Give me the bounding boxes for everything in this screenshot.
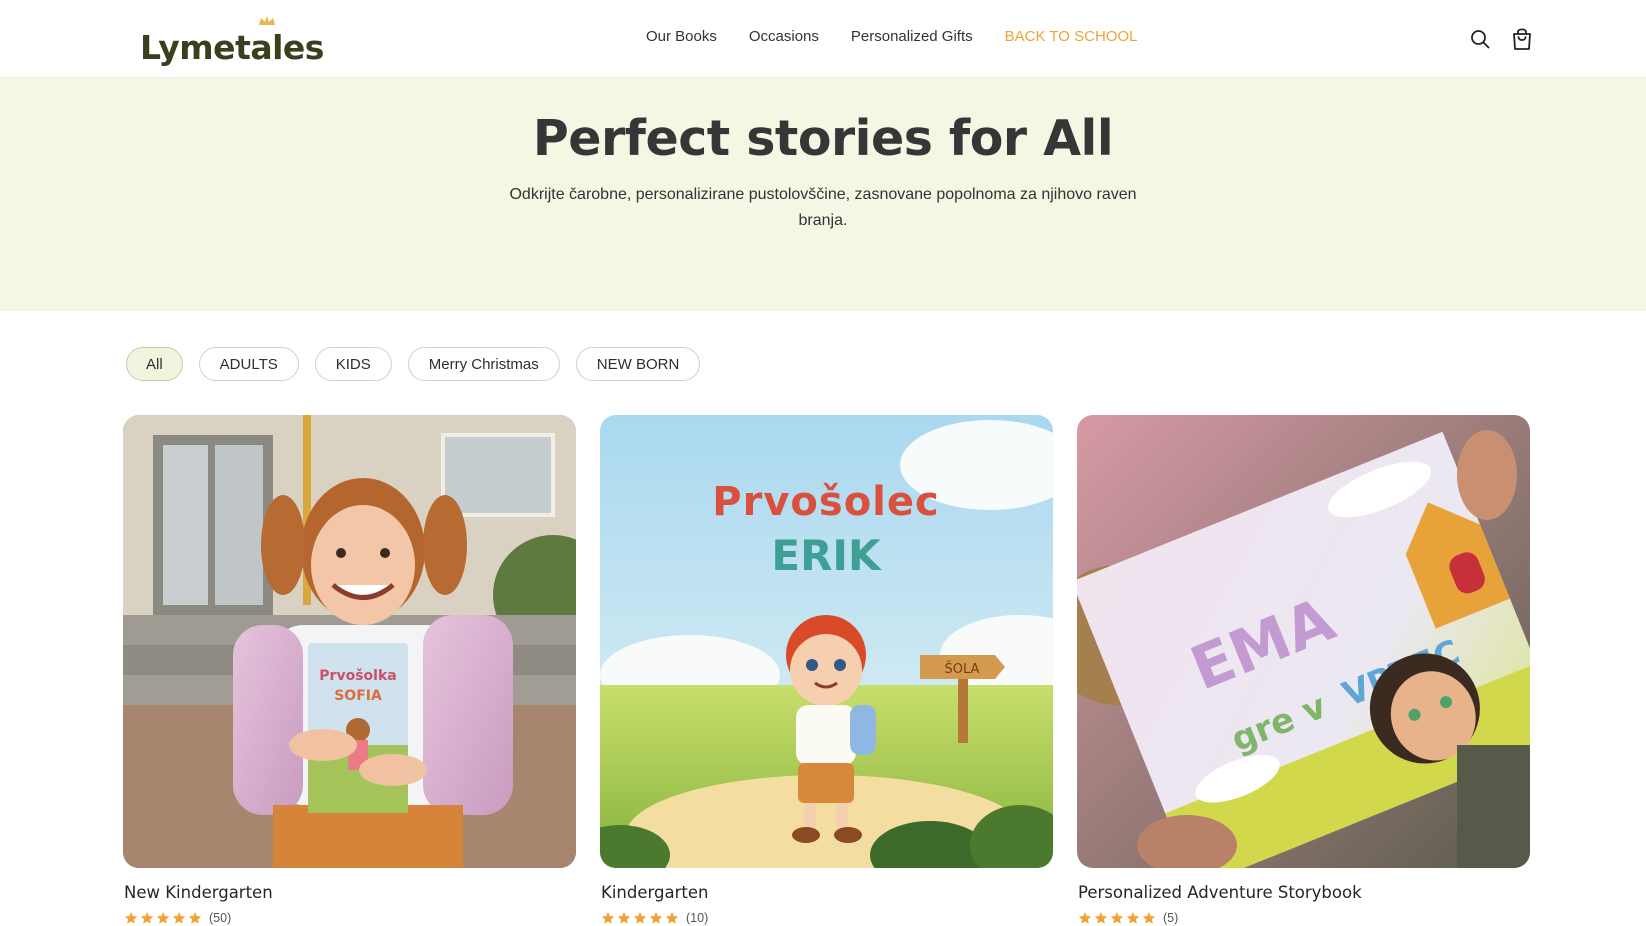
product-rating: (50)	[123, 911, 576, 925]
crown-icon	[259, 16, 275, 25]
main-nav: Our Books Occasions Personalized Gifts B…	[646, 28, 1137, 45]
star-icon	[1110, 912, 1124, 924]
hero-section: Perfect stories for All Odkrijte čarobne…	[0, 78, 1646, 311]
review-count: (10)	[686, 911, 709, 925]
star-icon	[124, 912, 138, 924]
star-icon	[1078, 912, 1092, 924]
hero-subtitle: Odkrijte čarobne, personalizirane pustol…	[509, 186, 1137, 229]
logo-text: Lymetales	[140, 28, 324, 67]
category-filters: All ADULTS KIDS Merry Christmas NEW BORN	[126, 347, 701, 381]
star-icon	[188, 912, 202, 924]
star-icon	[1094, 912, 1108, 924]
cart-button[interactable]	[1510, 26, 1534, 52]
product-image[interactable]: Prvošolka SOFIA	[123, 415, 576, 868]
filter-merry-christmas[interactable]: Merry Christmas	[407, 347, 560, 381]
nav-occasions[interactable]: Occasions	[749, 28, 819, 45]
star-icon	[1126, 912, 1140, 924]
review-count: (50)	[209, 911, 232, 925]
product-title[interactable]: Kindergarten	[600, 883, 1053, 902]
cart-icon	[1513, 28, 1531, 50]
product-photo: EMA gre v VRTEC	[1077, 415, 1530, 868]
filter-all[interactable]: All	[126, 347, 183, 381]
product-image[interactable]: Prvošolec ERIK ŠOLA	[600, 415, 1053, 868]
product-card[interactable]: Prvošolec ERIK ŠOLA Kindergarten (10)	[600, 415, 1053, 925]
product-title[interactable]: New Kindergarten	[123, 883, 576, 902]
star-icon	[156, 912, 170, 924]
product-card[interactable]: Prvošolka SOFIA New Kindergarten (50)	[123, 415, 576, 925]
star-icon	[617, 912, 631, 924]
nav-personalized-gifts[interactable]: Personalized Gifts	[851, 28, 973, 45]
svg-text:Prvošolec: Prvošolec	[712, 479, 939, 525]
star-icon	[665, 912, 679, 924]
filter-kids[interactable]: KIDS	[314, 347, 392, 381]
star-icon	[601, 912, 615, 924]
star-icon	[633, 912, 647, 924]
header-actions	[1468, 26, 1534, 52]
star-icon	[649, 912, 663, 924]
svg-text:ERIK: ERIK	[771, 531, 882, 580]
product-rating: (5)	[1077, 911, 1530, 925]
search-icon	[1471, 30, 1490, 49]
product-image[interactable]: EMA gre v VRTEC	[1077, 415, 1530, 868]
search-button[interactable]	[1468, 26, 1492, 52]
product-photo: Prvošolec ERIK ŠOLA	[600, 415, 1053, 868]
filter-new-born[interactable]: NEW BORN	[575, 347, 701, 381]
site-header: Lymetales Our Books Occasions Personaliz…	[0, 0, 1646, 78]
svg-text:ŠOLA: ŠOLA	[945, 661, 980, 677]
review-count: (5)	[1163, 911, 1179, 925]
product-title[interactable]: Personalized Adventure Storybook	[1077, 883, 1530, 902]
star-icon	[140, 912, 154, 924]
nav-back-to-school[interactable]: BACK TO SCHOOL	[1005, 28, 1138, 45]
star-icon	[172, 912, 186, 924]
product-grid: Prvošolka SOFIA New Kindergarten (50) Pr…	[123, 415, 1530, 925]
hero-title: Perfect stories for All	[532, 110, 1114, 167]
logo[interactable]: Lymetales	[140, 14, 324, 64]
product-rating: (10)	[600, 911, 1053, 925]
svg-text:SOFIA: SOFIA	[334, 688, 382, 704]
product-card[interactable]: EMA gre v VRTEC Personalized Adventure S…	[1077, 415, 1530, 925]
nav-our-books[interactable]: Our Books	[646, 28, 717, 45]
svg-text:Prvošolka: Prvošolka	[319, 668, 396, 684]
product-photo: Prvošolka SOFIA	[123, 415, 576, 868]
filter-adults[interactable]: ADULTS	[198, 347, 299, 381]
star-icon	[1142, 912, 1156, 924]
